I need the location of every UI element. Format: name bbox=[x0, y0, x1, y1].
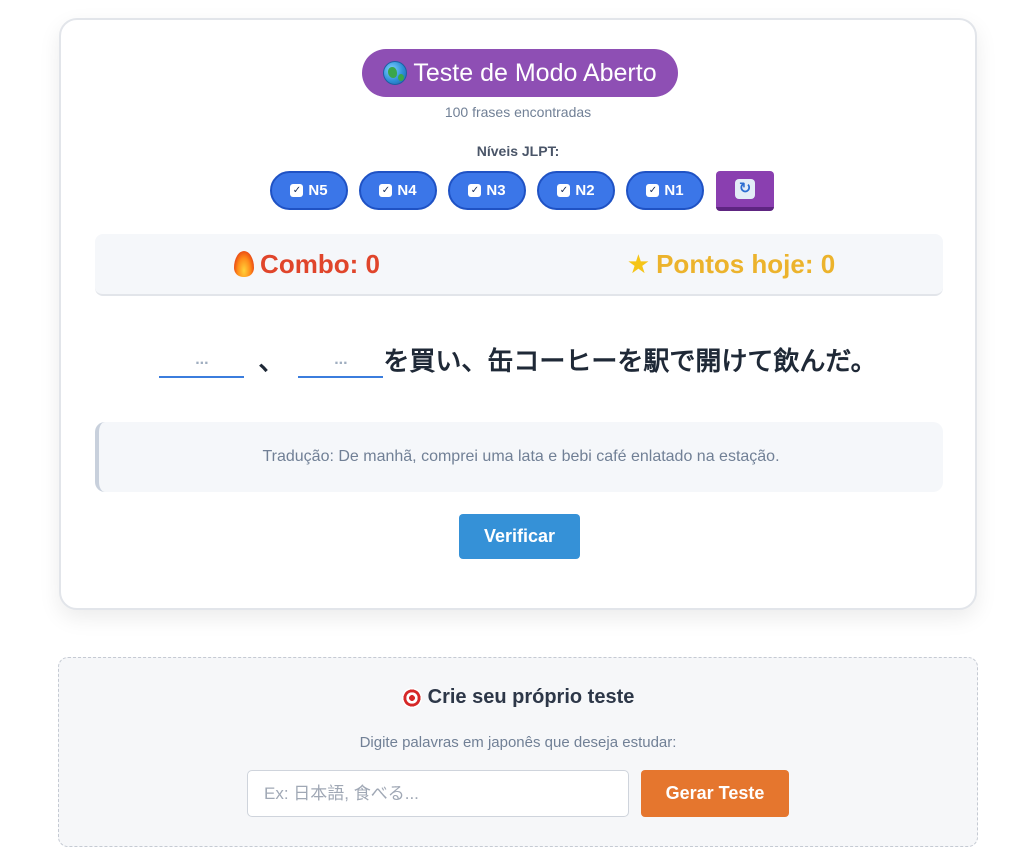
levels-label: Níveis JLPT: bbox=[476, 143, 560, 159]
star-icon: ★ bbox=[626, 249, 651, 279]
create-title-text: Crie seu próprio teste bbox=[427, 686, 635, 708]
points-label: Pontos hoje: 0 bbox=[656, 248, 836, 279]
checkbox-checked-icon: ✓ bbox=[468, 184, 482, 197]
level-filter-group: ✓ N5 ✓ N4 ✓ N3 ✓ N2 ✓ N1 ↻ bbox=[270, 171, 774, 211]
sentence-separator: 、 bbox=[258, 346, 285, 376]
mode-badge: Teste de Modo Aberto bbox=[362, 49, 678, 97]
checkbox-checked-icon: ✓ bbox=[379, 184, 393, 197]
combo-stat: Combo: 0 bbox=[95, 249, 519, 280]
level-chip-n2[interactable]: ✓ N2 bbox=[537, 171, 615, 210]
stats-bar: Combo: 0 ★ Pontos hoje: 0 bbox=[95, 234, 943, 296]
create-test-panel: Crie seu próprio teste Digite palavras e… bbox=[58, 657, 978, 847]
level-chip-label: N2 bbox=[575, 182, 595, 199]
level-chip-n5[interactable]: ✓ N5 bbox=[270, 171, 348, 210]
target-icon bbox=[401, 687, 422, 708]
sentence-text: を買い、缶コーヒーを駅で開けて飲んだ。 bbox=[383, 346, 877, 376]
generate-test-button[interactable]: Gerar Teste bbox=[641, 770, 789, 817]
level-chip-n1[interactable]: ✓ N1 bbox=[626, 171, 704, 210]
points-stat: ★ Pontos hoje: 0 bbox=[519, 249, 943, 280]
combo-label: Combo: 0 bbox=[260, 248, 380, 279]
globe-icon bbox=[383, 61, 408, 85]
refresh-icon: ↻ bbox=[735, 179, 755, 199]
fire-icon bbox=[234, 251, 255, 277]
phrases-found-text: 100 frases encontradas bbox=[444, 104, 592, 120]
level-chip-n4[interactable]: ✓ N4 bbox=[359, 171, 437, 210]
level-chip-label: N4 bbox=[397, 182, 417, 199]
translation-text: Tradução: De manhã, comprei uma lata e b… bbox=[262, 448, 780, 465]
create-test-subtitle: Digite palavras em japonês que deseja es… bbox=[359, 734, 677, 751]
level-chip-label: N5 bbox=[308, 182, 328, 199]
checkbox-checked-icon: ✓ bbox=[646, 184, 660, 197]
level-chip-n3[interactable]: ✓ N3 bbox=[448, 171, 526, 210]
blank-input-2[interactable]: ... bbox=[298, 338, 384, 378]
create-test-title: Crie seu próprio teste bbox=[59, 686, 977, 709]
refresh-button[interactable]: ↻ bbox=[716, 171, 774, 211]
level-chip-label: N3 bbox=[486, 182, 506, 199]
words-input[interactable] bbox=[247, 770, 629, 817]
translation-box: Tradução: De manhã, comprei uma lata e b… bbox=[95, 422, 943, 492]
checkbox-checked-icon: ✓ bbox=[290, 184, 304, 197]
checkbox-checked-icon: ✓ bbox=[557, 184, 571, 197]
question-sentence: ... 、 ... を買い、缶コーヒーを駅で開けて飲んだ。 bbox=[61, 338, 975, 378]
quiz-card: Teste de Modo Aberto 100 frases encontra… bbox=[59, 18, 977, 610]
verify-button[interactable]: Verificar bbox=[459, 514, 580, 559]
mode-title: Teste de Modo Aberto bbox=[413, 58, 657, 87]
level-chip-label: N1 bbox=[664, 182, 684, 199]
blank-input-1[interactable]: ... bbox=[159, 338, 245, 378]
